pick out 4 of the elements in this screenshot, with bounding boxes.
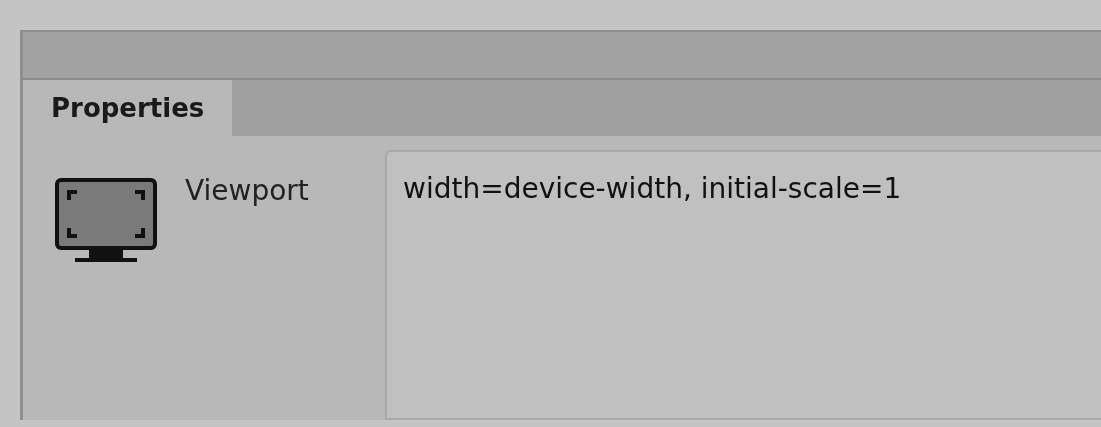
panel-tab[interactable]: Properties [23,80,233,136]
monitor-icon [55,178,157,264]
property-label: Viewport [185,174,309,207]
value-field[interactable]: width=device-width, initial-scale=1 [385,150,1101,420]
